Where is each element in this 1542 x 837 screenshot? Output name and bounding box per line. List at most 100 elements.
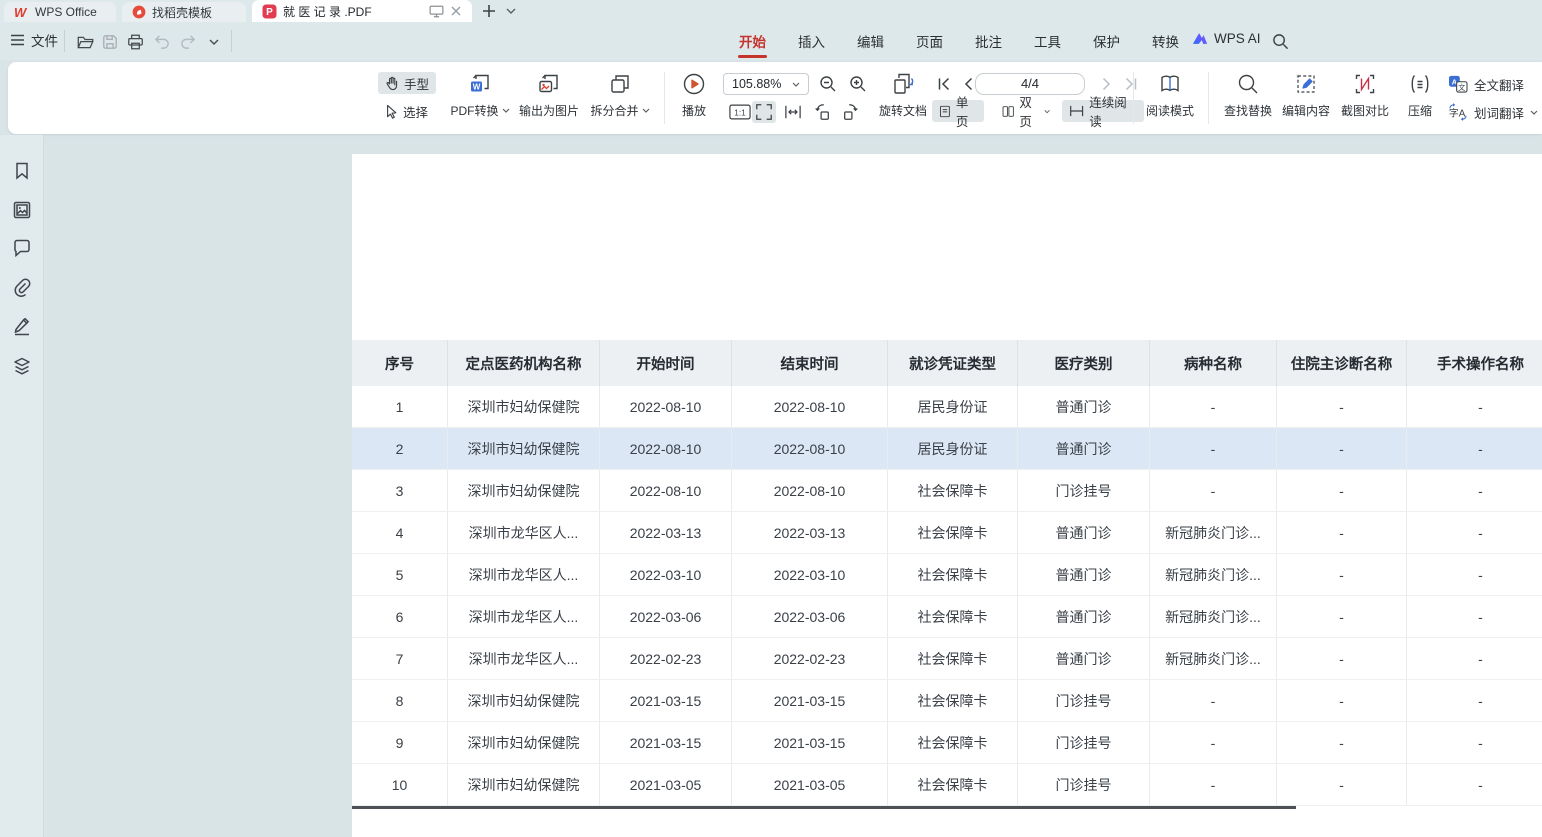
menu-items: 开始 插入 编辑 页面 批注 工具 保护 转换 [738,22,1180,60]
quickbar-dropdown[interactable] [205,33,223,51]
cursor-icon [385,104,398,119]
single-page-label: 单页 [956,92,977,130]
save-icon [102,34,118,50]
table-cell: 深圳市妇幼保健院 [448,470,600,511]
monitor-icon[interactable] [429,5,444,18]
layers-panel-button[interactable] [12,356,32,376]
table-row: 10深圳市妇幼保健院2021-03-052021-03-05社会保障卡门诊挂号-… [352,764,1542,806]
table-cell: 2022-03-06 [600,596,732,637]
fit-page-button[interactable] [752,101,776,123]
menu-page[interactable]: 页面 [915,22,944,60]
word-translate-icon: 字A [1448,103,1468,121]
menu-home[interactable]: 开始 [738,22,767,60]
table-row: 6深圳市龙华区人...2022-03-062022-03-06社会保障卡普通门诊… [352,596,1542,638]
table-header-cell: 病种名称 [1150,340,1277,386]
paperclip-icon [12,277,32,297]
tab-wps-office[interactable]: W WPS Office [4,2,116,22]
double-page-button[interactable]: 双页 [995,100,1057,122]
svg-text:W: W [14,6,28,19]
edit-content-button[interactable]: 编辑内容 [1275,70,1337,128]
actual-size-button[interactable]: 1:1 [728,101,752,123]
divider [1208,72,1209,124]
word-translate-button[interactable]: 字A 划词翻译 [1448,101,1538,123]
table-row: 5深圳市龙华区人...2022-03-102022-03-10社会保障卡普通门诊… [352,554,1542,596]
wps-ai-button[interactable]: WPS AI [1192,31,1261,46]
table-cell: - [1277,428,1407,469]
menu-protect[interactable]: 保护 [1092,22,1121,60]
reading-mode-label: 阅读模式 [1146,102,1194,119]
new-tab-button[interactable] [478,1,500,21]
zoom-out-button[interactable] [817,73,839,95]
fit-width-button[interactable] [781,101,805,123]
split-merge-button[interactable]: 拆分合并 [578,70,662,128]
play-button[interactable]: 播放 [672,70,716,128]
single-page-icon [939,104,951,119]
first-page-button[interactable] [933,73,955,95]
print-button[interactable] [126,33,144,51]
thumbnail-panel-button[interactable] [12,200,32,220]
table-cell: 社会保障卡 [888,764,1018,805]
redo-button[interactable] [179,33,197,51]
zoom-level-select[interactable]: 105.88% [723,73,809,95]
edit-content-label: 编辑内容 [1282,102,1330,119]
tab-list-dropdown[interactable] [500,1,522,21]
chevron-down-icon [209,39,219,45]
table-cell: 普通门诊 [1018,596,1150,637]
open-file-button[interactable] [76,33,94,51]
table-cell: 2021-03-15 [600,722,732,763]
tab-docer-template[interactable]: 找稻壳模板 [122,2,246,22]
zoom-out-icon [819,75,837,93]
table-header-cell: 开始时间 [600,340,732,386]
table-cell: - [1277,596,1407,637]
continuous-reading-button[interactable]: 连续阅读 [1062,100,1144,122]
close-icon[interactable] [450,5,462,17]
save-button[interactable] [101,33,119,51]
table-row: 2深圳市妇幼保健院2022-08-102022-08-10居民身份证普通门诊--… [352,428,1542,470]
table-cell: - [1150,386,1277,427]
rotate-left-button[interactable] [810,101,834,123]
compress-button[interactable]: 压缩 [1396,70,1444,128]
single-page-button[interactable]: 单页 [932,100,984,122]
zoom-level-value: 105.88% [732,77,781,91]
table-row: 1深圳市妇幼保健院2022-08-102022-08-10居民身份证普通门诊--… [352,386,1542,428]
table-cell: - [1150,722,1277,763]
full-text-translate-button[interactable]: A 文 全文翻译 [1448,73,1524,95]
screenshot-compare-button[interactable]: 截图对比 [1334,70,1396,128]
find-replace-button[interactable]: 查找替换 [1217,70,1279,128]
ribbon-toolbar: 手型 选择 W PDF转换 输出为图片 [8,62,1542,134]
continuous-reading-label: 连续阅读 [1089,92,1137,130]
table-cell: 社会保障卡 [888,638,1018,679]
comment-panel-button[interactable] [12,238,32,258]
split-merge-icon [578,70,662,98]
hamburger-icon [10,34,25,46]
table-cell: 3 [352,470,448,511]
menu-comment[interactable]: 批注 [974,22,1003,60]
svg-text:文: 文 [1458,83,1465,92]
menu-search-button[interactable] [1272,33,1289,50]
undo-button[interactable] [153,33,171,51]
attachment-panel-button[interactable] [12,277,32,297]
find-replace-label: 查找替换 [1224,102,1272,119]
tab-document-active[interactable]: P 就 医 记 录 .PDF [252,0,472,22]
hand-tool-button[interactable]: 手型 [378,72,436,94]
rotate-document-button[interactable]: 旋转文档 [873,70,933,128]
rotate-right-button[interactable] [839,101,863,123]
bookmark-panel-button[interactable] [12,161,32,181]
pdf-page[interactable]: 序号定点医药机构名称开始时间结束时间就诊凭证类型医疗类别病种名称住院主诊断名称手… [352,154,1542,837]
table-cell: 深圳市妇幼保健院 [448,680,600,721]
table-header-cell: 就诊凭证类型 [888,340,1018,386]
select-tool-label: 选择 [403,102,428,121]
table-cell: - [1150,680,1277,721]
reading-mode-button[interactable]: 阅读模式 [1138,70,1202,128]
menu-tools[interactable]: 工具 [1033,22,1062,60]
menu-insert[interactable]: 插入 [797,22,826,60]
file-menu-button[interactable]: 文件 [10,30,58,50]
menu-convert[interactable]: 转换 [1151,22,1180,60]
table-cell: - [1407,764,1542,805]
menu-edit[interactable]: 编辑 [856,22,885,60]
select-tool-button[interactable]: 选择 [378,100,435,122]
signature-panel-button[interactable] [12,316,32,336]
play-label: 播放 [682,102,706,119]
table-cell: 2022-08-10 [600,470,732,511]
zoom-in-button[interactable] [847,73,869,95]
